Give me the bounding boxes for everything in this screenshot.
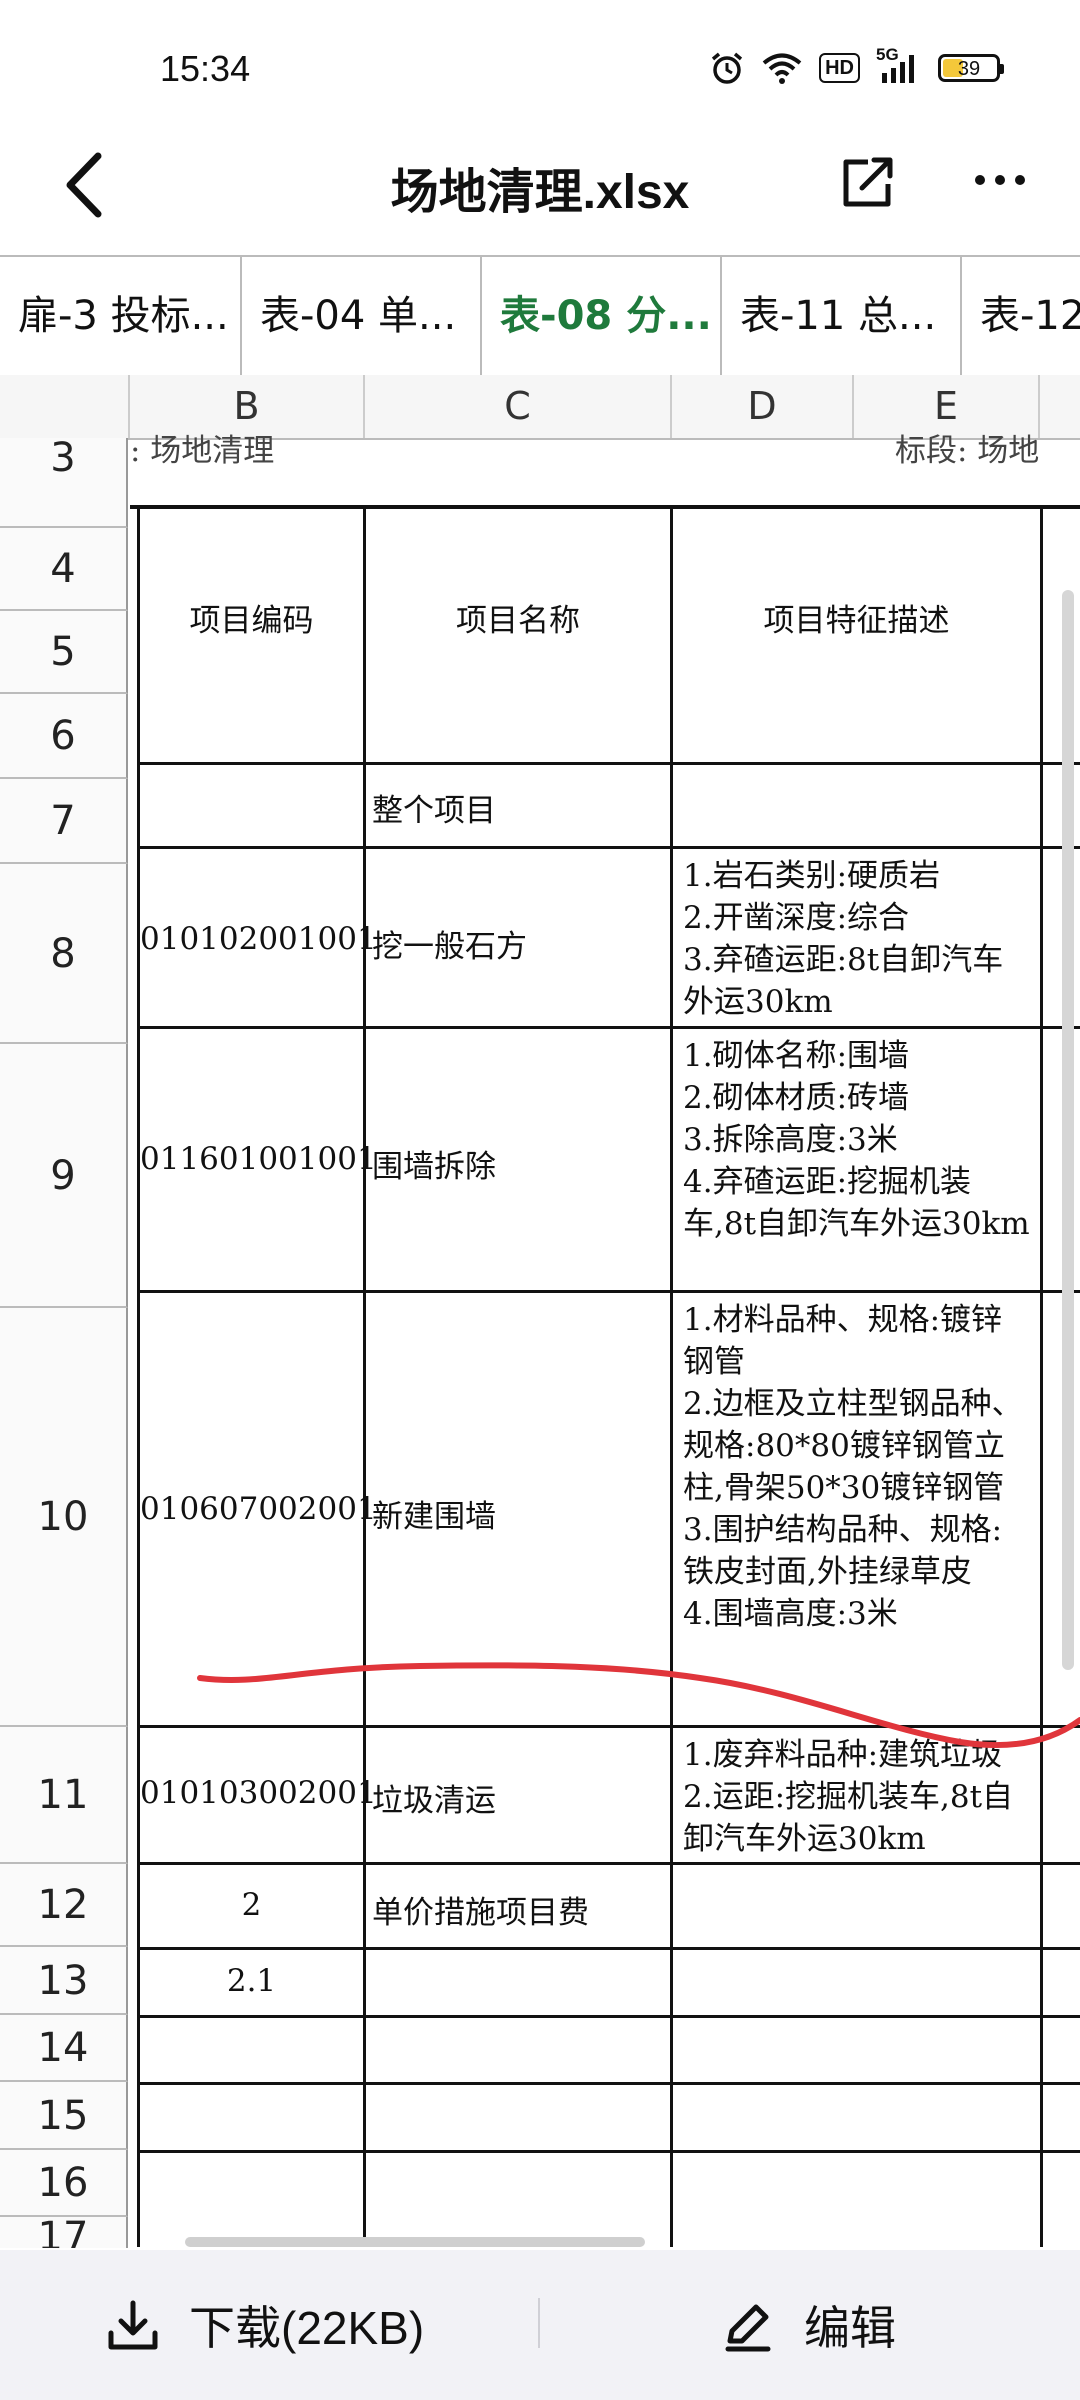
row-header-10[interactable]: 10: [0, 1308, 128, 1727]
row11-code: 010103002001: [140, 1775, 377, 1811]
row-header-5[interactable]: 5: [0, 611, 128, 694]
battery-icon: 39: [938, 54, 1004, 82]
row9-name: 围墙拆除: [372, 1149, 496, 1185]
table-top-border: [130, 505, 1080, 509]
share-icon[interactable]: [838, 152, 898, 212]
battery-percent: 39: [957, 58, 981, 80]
row-header-8[interactable]: 8: [0, 864, 128, 1044]
signal-5g-icon: 5G: [876, 45, 922, 85]
hd-icon: HD: [819, 53, 860, 83]
tab-sheet-4[interactable]: 表-11 总...: [722, 257, 962, 375]
status-bar: 15:34 HD 5G 39: [0, 0, 1080, 130]
row8-code: 010102001001: [140, 921, 377, 957]
row9-code: 011601001001: [140, 1141, 377, 1177]
spreadsheet[interactable]: B C D E 3 4 5 6 7 8 9 10 11 12 13 14 15 …: [0, 375, 1080, 2248]
sheet-tabs: 扉-3 投标... 表-04 单... 表-08 分... 表-11 总... …: [0, 255, 1080, 377]
grid-line: [137, 2082, 1080, 2085]
grid-line: [137, 2015, 1080, 2018]
corner-cell: [0, 375, 130, 438]
more-icon[interactable]: [970, 160, 1030, 200]
header-item-description: 项目特征描述: [763, 603, 950, 639]
row9-description: 1.砌体名称:围墙 2.砌体材质:砖墙 3.拆除高度:3米 4.弃碴运距:挖掘机…: [683, 1038, 1030, 1242]
row-header-14[interactable]: 14: [0, 2015, 128, 2082]
tab-sheet-3[interactable]: 表-08 分...: [482, 257, 722, 375]
header-item-code: 项目编码: [189, 603, 314, 639]
download-label: 下载(22KB): [189, 2302, 425, 2354]
edit-pencil-icon: [725, 2304, 771, 2352]
row-header-9[interactable]: 9: [0, 1044, 128, 1308]
status-time: 15:34: [160, 48, 251, 89]
row8-name: 挖一般石方: [372, 929, 527, 965]
status-icons: HD 5G 39: [709, 45, 1004, 90]
row13-code: 2.1: [226, 1963, 277, 1999]
row8-description: 1.岩石类别:硬质岩 2.开凿深度:综合 3.弃碴运距:8t自卸汽车外运30km: [683, 858, 1004, 1020]
edit-button[interactable]: 编辑: [720, 2250, 896, 2400]
row-header-3[interactable]: 3: [0, 438, 128, 528]
row-header-16[interactable]: 16: [0, 2150, 128, 2217]
header-item-name: 项目名称: [456, 603, 580, 639]
row10-name: 新建围墙: [372, 1499, 496, 1535]
file-title: 场地清理.xlsx: [390, 166, 690, 219]
row-header-7[interactable]: 7: [0, 779, 128, 864]
tab-sheet-1[interactable]: 扉-3 投标...: [0, 257, 242, 375]
edit-label: 编辑: [804, 2302, 896, 2354]
row12-code: 2: [241, 1887, 262, 1923]
tab-sheet-5[interactable]: 表-12: [962, 257, 1080, 375]
grid-line: [1040, 507, 1043, 2247]
horizontal-scrollbar[interactable]: [185, 2237, 645, 2247]
row11-name: 垃圾清运: [372, 1783, 496, 1819]
grid-line: [363, 507, 366, 2247]
download-icon: [108, 2300, 158, 2350]
wifi-icon: [762, 53, 802, 84]
row-header-15[interactable]: 15: [0, 2082, 128, 2150]
row-header-13[interactable]: 13: [0, 1947, 128, 2015]
grid-line: [137, 2150, 1080, 2153]
row-header-17[interactable]: 17: [0, 2217, 128, 2248]
vertical-scrollbar[interactable]: [1062, 590, 1074, 1670]
grid-line: [137, 1947, 1080, 1950]
row-header-6[interactable]: 6: [0, 694, 128, 779]
tab-sheet-2[interactable]: 表-04 单...: [242, 257, 482, 375]
row3-project-name: : 场地清理: [130, 433, 275, 469]
column-d[interactable]: D: [672, 375, 854, 438]
grid-line: [137, 1862, 1080, 1865]
row10-description: 1.材料品种、规格:镀锌钢管 2.边框及立柱型钢品种、规格:80*80镀锌钢管立…: [683, 1302, 1023, 1632]
bottom-divider: [538, 2298, 540, 2348]
row-header-12[interactable]: 12: [0, 1864, 128, 1947]
row7-name: 整个项目: [372, 793, 496, 829]
grid-line: [137, 762, 1080, 765]
row-header-4[interactable]: 4: [0, 528, 128, 611]
row12-name: 单价措施项目费: [372, 1895, 589, 1931]
row10-code: 010607002001: [140, 1491, 377, 1527]
row-header-11[interactable]: 11: [0, 1727, 128, 1864]
alarm-icon: [711, 52, 743, 84]
download-button[interactable]: 下载(22KB): [105, 2250, 424, 2400]
row11-description: 1.废弃料品种:建筑垃圾 2.运距:挖掘机装车,8t自卸汽车外运30km: [683, 1737, 1014, 1857]
row3-section-label: 标段: 场地: [895, 433, 1040, 469]
